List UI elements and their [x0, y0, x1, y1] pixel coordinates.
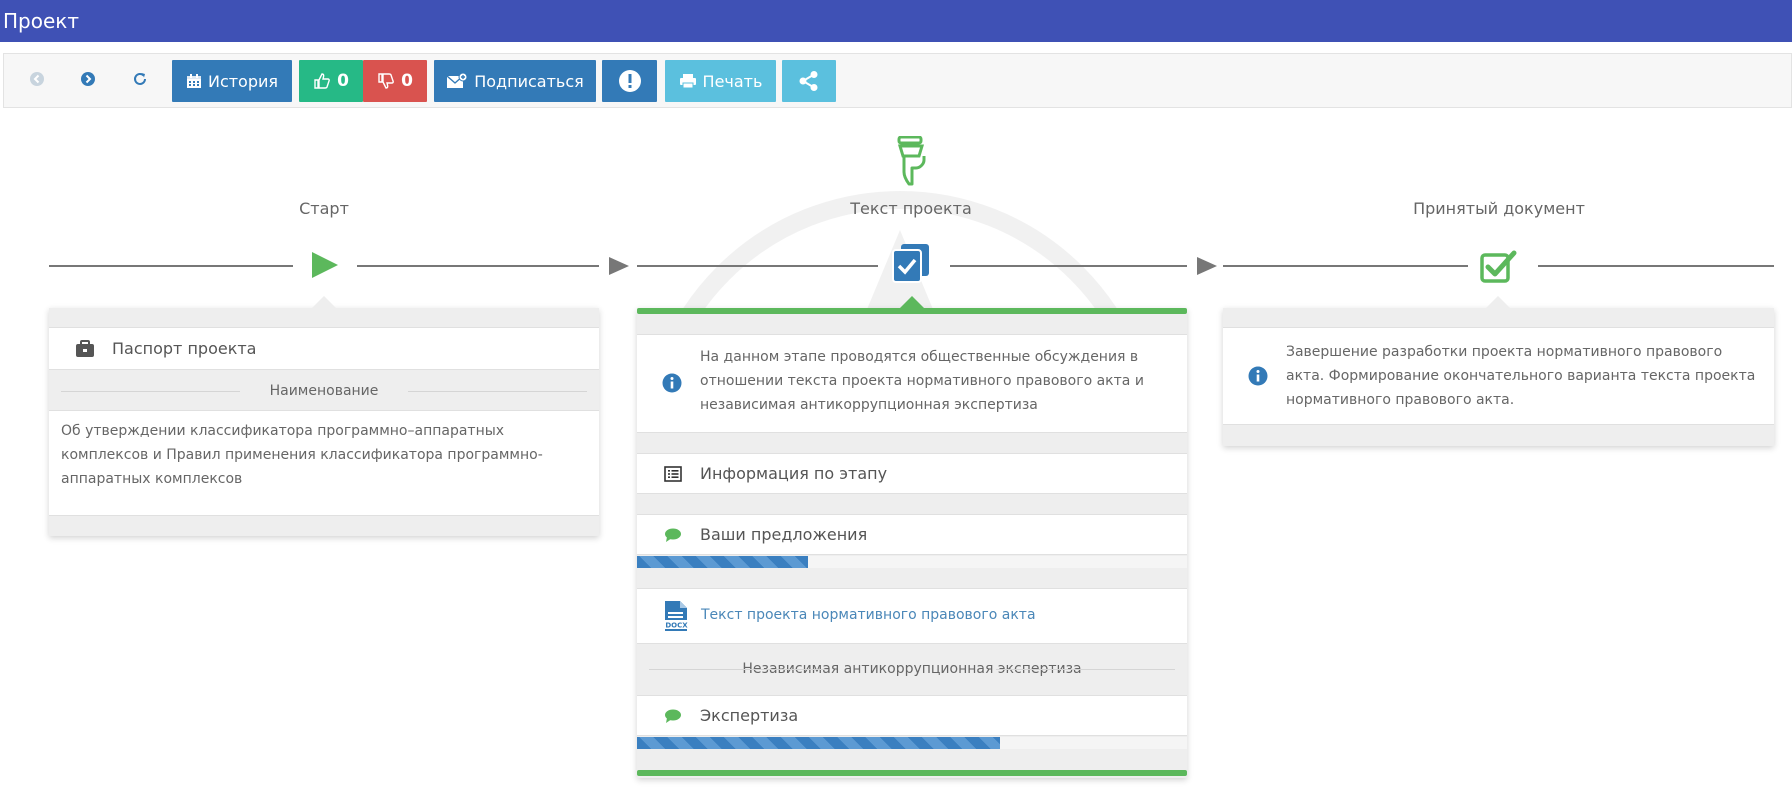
docx-icon-label: DOCX [665, 622, 688, 630]
stage-info-label: Информация по этапу [700, 464, 888, 483]
proposals-row[interactable]: Ваши предложения [637, 514, 1187, 555]
dislike-button[interactable]: 0 [363, 60, 427, 102]
exclamation-icon [618, 69, 642, 93]
share-button[interactable] [782, 60, 836, 102]
app-header: Проект [0, 0, 1792, 42]
history-button[interactable]: История [172, 60, 292, 102]
thumbs-down-icon [377, 72, 395, 90]
card-caret [900, 296, 924, 308]
forward-icon[interactable] [77, 68, 99, 90]
passport-row[interactable]: Паспорт проекта [49, 327, 599, 370]
comment-icon [664, 527, 682, 547]
share-icon [798, 70, 820, 92]
stage-text-card: На данном этапе проводятся общественные … [637, 296, 1187, 778]
current-stage-pointer-icon [890, 135, 932, 192]
card-caret [312, 296, 336, 308]
timeline-arrow-icon [1197, 257, 1217, 275]
print-label: Печать [702, 71, 763, 91]
info-icon [1248, 366, 1268, 390]
card-caret [1486, 296, 1510, 308]
project-name-row: Об утверждении классификатора программно… [49, 410, 599, 516]
play-icon [309, 249, 341, 285]
proposals-progress [637, 556, 1187, 568]
stage-info-text: На данном этапе проводятся общественные … [700, 349, 1144, 413]
timeline-segment [357, 265, 599, 267]
report-button[interactable] [602, 60, 657, 102]
page-title: Проект [3, 9, 80, 33]
expertise-progress [637, 737, 1187, 749]
stage-accepted-card: Завершение разработки проекта нормативно… [1223, 296, 1774, 446]
stage-start-title: Старт [299, 199, 349, 218]
timeline-segment [1538, 265, 1774, 267]
timeline-arrow-icon [609, 257, 629, 275]
back-icon[interactable] [26, 68, 48, 90]
proposals-progress-fill [637, 556, 808, 568]
printer-icon [679, 73, 697, 89]
docx-file-icon: DOCX [663, 600, 689, 636]
history-label: История [207, 71, 279, 91]
timeline-segment [950, 265, 1187, 267]
comment-icon [664, 708, 682, 728]
toolbar: История 0 0 Подписаться Печать [3, 53, 1792, 108]
proposals-label: Ваши предложения [700, 525, 868, 544]
timeline-segment [49, 265, 293, 267]
stage-accepted-title: Принятый документ [1413, 199, 1585, 218]
accepted-info-text: Завершение разработки проекта нормативно… [1286, 344, 1756, 408]
accepted-info-row: Завершение разработки проекта нормативно… [1223, 327, 1774, 425]
stage-text-title: Текст проекта [850, 199, 972, 218]
refresh-icon[interactable] [129, 68, 151, 90]
briefcase-icon [75, 340, 95, 362]
subscribe-button[interactable]: Подписаться [434, 60, 596, 102]
stage-start-card: Паспорт проекта Наименование Об утвержде… [49, 296, 599, 536]
subscribe-label: Подписаться [474, 71, 584, 91]
document-row[interactable]: DOCX Текст проекта нормативного правовог… [637, 588, 1187, 644]
expertise-label: Экспертиза [700, 706, 799, 725]
stage-active-bar-bottom [637, 770, 1187, 776]
calendar-icon [186, 73, 202, 89]
expertise-heading: Независимая антикоррупционная экспертиза [649, 661, 1175, 677]
info-row: На данном этапе проводятся общественные … [637, 334, 1187, 433]
document-link[interactable]: Текст проекта нормативного правового акт… [701, 607, 1036, 623]
likes-count: 0 [337, 71, 349, 91]
print-button[interactable]: Печать [665, 60, 776, 102]
stage-active-bar [637, 308, 1187, 314]
document-check-icon [891, 242, 931, 288]
like-button[interactable]: 0 [299, 60, 363, 102]
checkbox-checked-icon [1480, 249, 1518, 287]
expertise-progress-fill [637, 737, 1000, 749]
info-icon [662, 373, 682, 397]
list-icon [664, 466, 682, 486]
project-name-text: Об утверждении классификатора программно… [61, 423, 543, 487]
expertise-row[interactable]: Экспертиза [637, 695, 1187, 736]
thumbs-up-icon [313, 72, 331, 90]
name-heading: Наименование [61, 383, 587, 399]
timeline-segment [637, 265, 878, 267]
stage-info-row[interactable]: Информация по этапу [637, 453, 1187, 494]
envelope-icon [446, 72, 468, 90]
timeline-segment [1223, 265, 1468, 267]
dislikes-count: 0 [401, 71, 413, 91]
passport-label: Паспорт проекта [112, 339, 257, 358]
